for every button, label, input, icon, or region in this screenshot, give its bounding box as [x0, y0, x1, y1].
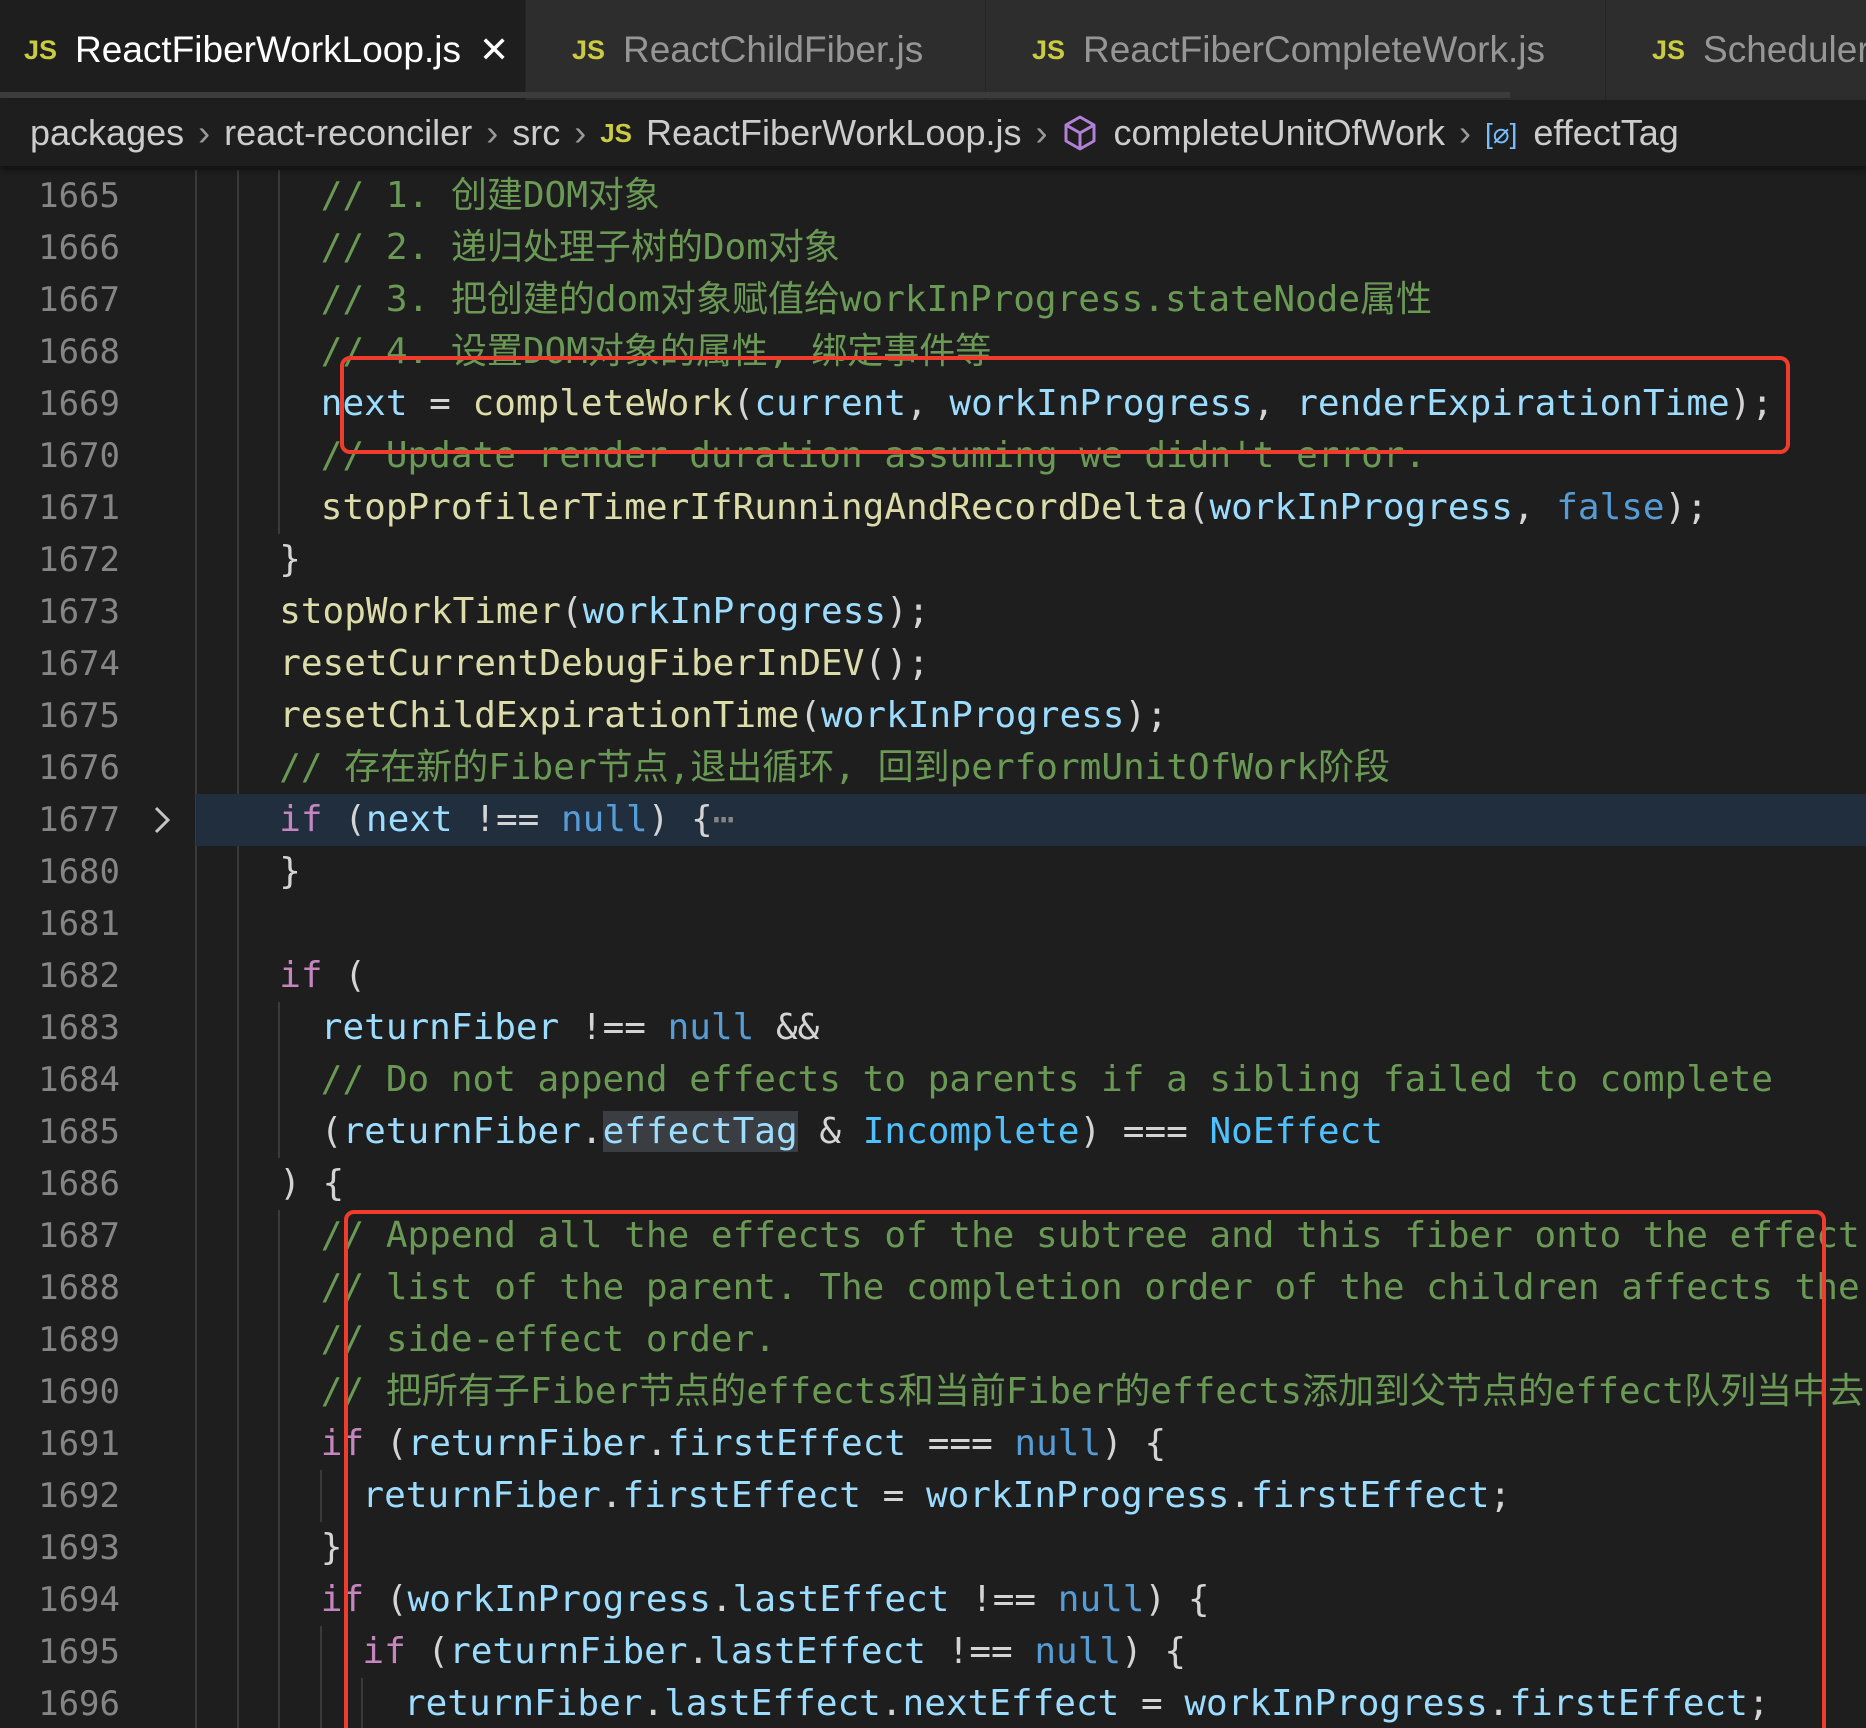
tab-reactfibercompletework[interactable]: JS ReactFiberCompleteWork.js: [986, 0, 1606, 100]
tab-reactfiberworkloop[interactable]: JS ReactFiberWorkLoop.js ✕: [0, 0, 526, 100]
code-line[interactable]: 1674 resetCurrentDebugFiberInDEV();: [0, 638, 1866, 690]
line-number: 1668: [38, 332, 120, 372]
line-number: 1682: [38, 956, 120, 996]
code-text: // Do not append effects to parents if a…: [320, 1059, 1773, 1100]
breadcrumb-file[interactable]: ReactFiberWorkLoop.js: [646, 112, 1022, 154]
line-number: 1673: [38, 592, 120, 632]
code-text: }: [279, 851, 301, 892]
code-editor[interactable]: 1665// 1. 创建DOM对象 1666// 2. 递归处理子树的Dom对象 1…: [0, 170, 1866, 1728]
line-number: 1692: [38, 1476, 120, 1516]
code-text: stopWorkTimer(workInProgress);: [279, 591, 930, 632]
code-text: }: [279, 539, 301, 580]
code-line[interactable]: 1680}: [0, 846, 1866, 898]
code-line[interactable]: 1676 // 存在新的Fiber节点,退出循环, 回到performUnitOf…: [0, 742, 1866, 794]
code-line[interactable]: 1675 resetChildExpirationTime(workInProgr…: [0, 690, 1866, 742]
line-number: 1691: [38, 1424, 120, 1464]
line-number: 1683: [38, 1008, 120, 1048]
breadcrumb-folder[interactable]: react-reconciler: [224, 112, 472, 154]
chevron-right-icon: ›: [1458, 112, 1471, 153]
cube-icon: [1062, 114, 1098, 152]
breadcrumb-symbol[interactable]: effectTag: [1533, 112, 1678, 154]
code-text: // 3. 把创建的dom对象赋值给workInProgress.stateNo…: [320, 279, 1433, 320]
code-line[interactable]: 1666 // 2. 递归处理子树的Dom对象: [0, 222, 1866, 274]
code-text: // 2. 递归处理子树的Dom对象: [320, 227, 840, 268]
line-number: 1667: [38, 280, 120, 320]
code-text: resetChildExpirationTime(workInProgress)…: [279, 695, 1168, 736]
chevron-right-icon: ›: [198, 112, 211, 153]
js-icon: JS: [1652, 34, 1686, 65]
line-number: 1677: [38, 800, 120, 840]
js-icon: JS: [600, 117, 633, 148]
tab-label: ReactFiberCompleteWork.js: [1083, 29, 1545, 70]
code-text: if (: [279, 955, 366, 996]
line-number: 1687: [38, 1216, 120, 1256]
chevron-right-icon[interactable]: [150, 794, 174, 846]
line-number: 1665: [38, 176, 120, 216]
line-number: 1684: [38, 1060, 120, 1100]
tab-label: ReactChildFiber.js: [623, 29, 924, 70]
code-text: // 存在新的Fiber节点,退出循环, 回到performUnitOfWork…: [279, 747, 1391, 788]
code-text: if (next !== null) {⋯: [279, 799, 735, 840]
code-text: ) {: [279, 1163, 345, 1204]
code-line[interactable]: 1686 ) {: [0, 1158, 1866, 1210]
tab-scrollbar[interactable]: [0, 92, 1510, 98]
line-number: 1689: [38, 1320, 120, 1360]
line-number: 1681: [38, 904, 120, 944]
line-number: 1695: [38, 1632, 120, 1672]
tab-reactchildfiber[interactable]: JS ReactChildFiber.js: [526, 0, 986, 100]
code-line[interactable]: 1667 // 3. 把创建的dom对象赋值给workInProgress.sta…: [0, 274, 1866, 326]
code-line[interactable]: 1665 // 1. 创建DOM对象: [0, 170, 1866, 222]
line-number: 1672: [38, 540, 120, 580]
code-line[interactable]: 1685 (returnFiber.effectTag & Incomplete)…: [0, 1106, 1866, 1158]
code-line[interactable]: 1681: [0, 898, 1866, 950]
chevron-right-icon: ›: [574, 112, 587, 153]
js-icon: JS: [24, 34, 58, 65]
code-line[interactable]: 1683 returnFiber !== null &&: [0, 1002, 1866, 1054]
line-number: 1686: [38, 1164, 120, 1204]
annotation-box-effect-list: [344, 1210, 1826, 1728]
code-line[interactable]: 1684 // Do not append effects to parents …: [0, 1054, 1866, 1106]
code-text: // 1. 创建DOM对象: [320, 175, 660, 216]
line-number: 1675: [38, 696, 120, 736]
line-number: 1674: [38, 644, 120, 684]
close-icon[interactable]: ✕: [479, 29, 509, 71]
code-text: }: [320, 1527, 343, 1568]
breadcrumb-function[interactable]: completeUnitOfWork: [1114, 112, 1445, 154]
line-number: 1694: [38, 1580, 120, 1620]
annotation-box-completework: [340, 356, 1790, 454]
line-number: 1669: [38, 384, 120, 424]
line-number: 1690: [38, 1372, 120, 1412]
breadcrumb-folder[interactable]: packages: [30, 112, 184, 154]
tab-scheduler[interactable]: JS Scheduler.js: [1606, 0, 1866, 100]
tab-bar: JS ReactFiberWorkLoop.js ✕ JS ReactChild…: [0, 0, 1866, 100]
code-line[interactable]: 1672}: [0, 534, 1866, 586]
line-number: 1693: [38, 1528, 120, 1568]
code-text: stopProfilerTimerIfRunningAndRecordDelta…: [320, 487, 1708, 528]
line-number: 1696: [38, 1684, 120, 1724]
line-number: 1680: [38, 852, 120, 892]
js-icon: JS: [1032, 34, 1066, 65]
code-text: (returnFiber.effectTag & Incomplete) ===…: [320, 1111, 1383, 1152]
chevron-right-icon: ›: [1035, 112, 1048, 153]
code-line[interactable]: 1682 if (: [0, 950, 1866, 1002]
line-number: 1666: [38, 228, 120, 268]
variable-icon: [⌀]: [1484, 117, 1518, 149]
tab-label: Scheduler.js: [1703, 29, 1866, 70]
code-text: resetCurrentDebugFiberInDEV();: [279, 643, 930, 684]
code-line[interactable]: 1671 stopProfilerTimerIfRunningAndRecordD…: [0, 482, 1866, 534]
line-number: 1676: [38, 748, 120, 788]
chevron-right-icon: ›: [486, 112, 499, 153]
line-number: 1671: [38, 488, 120, 528]
code-line[interactable]: 1677 if (next !== null) {⋯: [0, 794, 1866, 846]
code-line[interactable]: 1673 stopWorkTimer(workInProgress);: [0, 586, 1866, 638]
tab-label: ReactFiberWorkLoop.js: [75, 29, 461, 70]
line-number: 1688: [38, 1268, 120, 1308]
breadcrumb: packages › react-reconciler › src › JS R…: [0, 100, 1866, 166]
code-text: returnFiber !== null &&: [320, 1007, 820, 1048]
js-icon: JS: [572, 34, 606, 65]
line-number: 1685: [38, 1112, 120, 1152]
breadcrumb-folder[interactable]: src: [512, 112, 560, 154]
line-number: 1670: [38, 436, 120, 476]
